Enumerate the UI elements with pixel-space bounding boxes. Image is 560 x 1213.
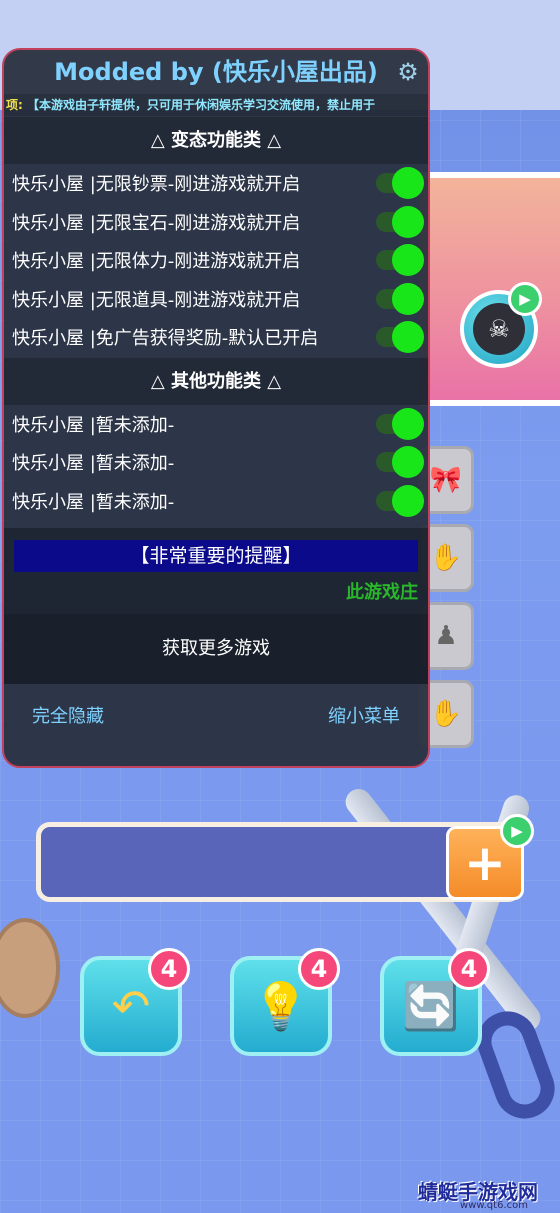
feature-label: 快乐小屋 |暂未添加- — [12, 453, 175, 475]
hint-count-badge: 4 — [298, 948, 340, 990]
feature-row-placeholder[interactable]: 快乐小屋 |暂未添加- — [4, 482, 428, 521]
feature-label: 快乐小屋 |免广告获得奖励-默认已开启 — [12, 328, 319, 350]
feature-row-placeholder[interactable]: 快乐小屋 |暂未添加- — [4, 443, 428, 482]
feature-label: 快乐小屋 |暂未添加- — [12, 414, 175, 436]
notice-ticker: 项: 【本游戏由子轩提供，只可用于休闲娱乐学习交流使用，禁止用于 — [4, 94, 428, 116]
mod-menu-header: Modded by (快乐小屋出品) ⚙ — [4, 50, 428, 94]
feature-toggle[interactable] — [376, 244, 424, 277]
minimize-menu-button[interactable]: 缩小菜单 — [328, 702, 400, 728]
plus-icon: + — [464, 834, 506, 892]
feature-label: 快乐小屋 |暂未添加- — [12, 491, 175, 513]
section-heading-other: △ 其他功能类 △ — [4, 356, 428, 405]
gear-icon[interactable]: ⚙ — [394, 58, 422, 86]
video-play-icon[interactable]: ▶ — [508, 282, 542, 316]
feature-toggle[interactable] — [376, 167, 424, 200]
feature-row-no-ads[interactable]: 快乐小屋 |免广告获得奖励-默认已开启 — [4, 318, 428, 357]
feature-toggle[interactable] — [376, 407, 424, 440]
more-games-button[interactable]: 获取更多游戏 — [4, 614, 428, 684]
feature-label: 快乐小屋 |无限宝石-刚进游戏就开启 — [12, 212, 301, 234]
feature-label: 快乐小屋 |无限道具-刚进游戏就开启 — [12, 289, 301, 311]
shuffle-icon: 🔄 — [402, 978, 460, 1033]
mod-menu-title: Modded by (快乐小屋出品) — [54, 58, 378, 86]
feature-row-stamina[interactable]: 快乐小屋 |无限体力-刚进游戏就开启 — [4, 241, 428, 280]
undo-icon: ↶ — [111, 979, 151, 1033]
ticker-text: 【本游戏由子轩提供，只可用于休闲娱乐学习交流使用，禁止用于 — [27, 98, 376, 112]
feature-toggle[interactable] — [376, 282, 424, 315]
feature-row-gems[interactable]: 快乐小屋 |无限宝石-刚进游戏就开启 — [4, 203, 428, 242]
lightbulb-icon: 💡 — [252, 978, 310, 1033]
video-play-icon[interactable]: ▶ — [500, 814, 534, 848]
section-heading-abnormal: △ 变态功能类 △ — [4, 116, 428, 164]
important-reminder-banner: 【非常重要的提醒】 — [14, 540, 418, 572]
watermark-url: www.qt6.com — [460, 1200, 528, 1211]
feature-toggle[interactable] — [376, 484, 424, 517]
notice-text: 此游戏庄 — [346, 582, 418, 603]
feature-row-items[interactable]: 快乐小屋 |无限道具-刚进游戏就开启 — [4, 280, 428, 319]
feature-label: 快乐小屋 |无限体力-刚进游戏就开启 — [12, 251, 301, 273]
ticker-lead: 项: — [6, 98, 23, 112]
hide-all-button[interactable]: 完全隐藏 — [32, 702, 104, 728]
mod-menu-panel: Modded by (快乐小屋出品) ⚙ 项: 【本游戏由子轩提供，只可用于休闲… — [2, 48, 430, 768]
undo-count-badge: 4 — [148, 948, 190, 990]
feature-toggle[interactable] — [376, 446, 424, 479]
feature-toggle[interactable] — [376, 205, 424, 238]
feature-label: 快乐小屋 |无限钞票-刚进游戏就开启 — [12, 174, 301, 196]
mod-menu-footer: 完全隐藏 缩小菜单 — [4, 684, 428, 746]
feature-row-money[interactable]: 快乐小屋 |无限钞票-刚进游戏就开启 — [4, 164, 428, 203]
feature-toggle[interactable] — [376, 321, 424, 354]
shuffle-count-badge: 4 — [448, 948, 490, 990]
feature-row-placeholder[interactable]: 快乐小屋 |暂未添加- — [4, 405, 428, 444]
reminder-section: 【非常重要的提醒】 此游戏庄 — [4, 528, 428, 614]
